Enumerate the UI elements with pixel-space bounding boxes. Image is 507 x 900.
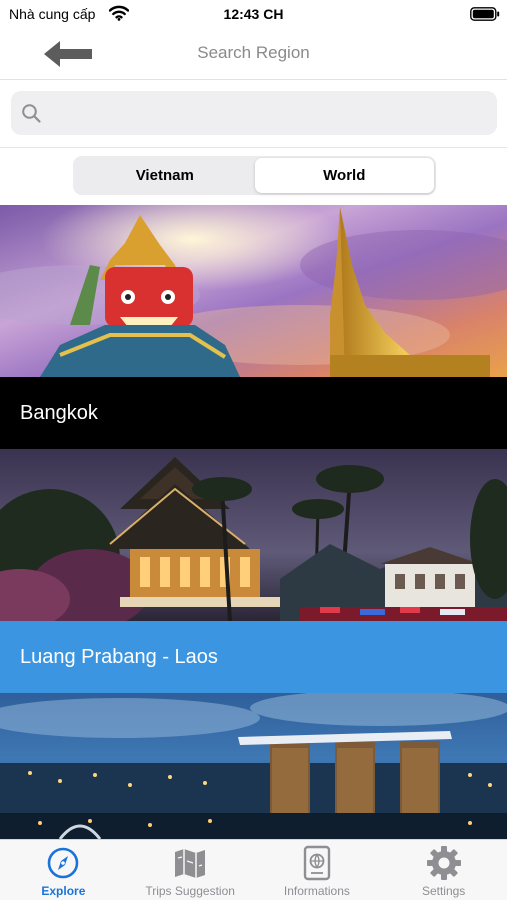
tab-explore[interactable]: Explore (0, 840, 127, 900)
gear-icon (426, 846, 461, 880)
region-segmented-control: Vietnam World (73, 156, 436, 195)
region-name: Luang Prabang - Laos (20, 645, 218, 668)
region-name-bar: Luang Prabang - Laos (0, 621, 507, 693)
passport-icon (303, 845, 331, 881)
arrow-left-icon (44, 41, 92, 67)
segment-world[interactable]: World (254, 158, 434, 193)
search-input[interactable] (49, 91, 489, 135)
tab-trips-suggestion[interactable]: Trips Suggestion (127, 840, 254, 900)
region-name-bar: Bangkok (0, 377, 507, 449)
compass-icon (48, 847, 79, 879)
tab-label: Informations (283, 884, 350, 898)
region-name: Bangkok (20, 401, 98, 424)
search-icon (22, 104, 41, 123)
tab-label: Settings (421, 884, 466, 898)
tab-bar: Explore Trips Suggestion Informations Se… (0, 839, 507, 900)
luang-prabang-temple-photo (0, 449, 507, 621)
tab-label: Trips Suggestion (145, 884, 235, 898)
status-time: 12:43 CH (223, 6, 284, 22)
battery-icon (470, 7, 500, 21)
segment-vietnam[interactable]: Vietnam (75, 158, 255, 193)
singapore-marina-bay-photo (0, 693, 507, 839)
back-button[interactable] (38, 34, 98, 74)
region-card-luang-prabang[interactable]: Luang Prabang - Laos (0, 449, 507, 693)
region-card-bangkok[interactable]: Bangkok (0, 205, 507, 449)
region-card-singapore[interactable] (0, 693, 507, 839)
tab-informations[interactable]: Informations (254, 840, 381, 900)
navigation-bar: Search Region (0, 28, 507, 80)
bangkok-temple-photo (0, 205, 507, 377)
tab-settings[interactable]: Settings (380, 840, 507, 900)
status-bar: Nhà cung cấp 12:43 CH (0, 0, 507, 28)
tab-label: Explore (41, 884, 86, 898)
map-icon (175, 849, 206, 878)
search-field[interactable] (11, 91, 497, 135)
region-list[interactable]: Bangkok Luang Prabang - Laos (0, 205, 507, 839)
search-area (0, 80, 507, 148)
